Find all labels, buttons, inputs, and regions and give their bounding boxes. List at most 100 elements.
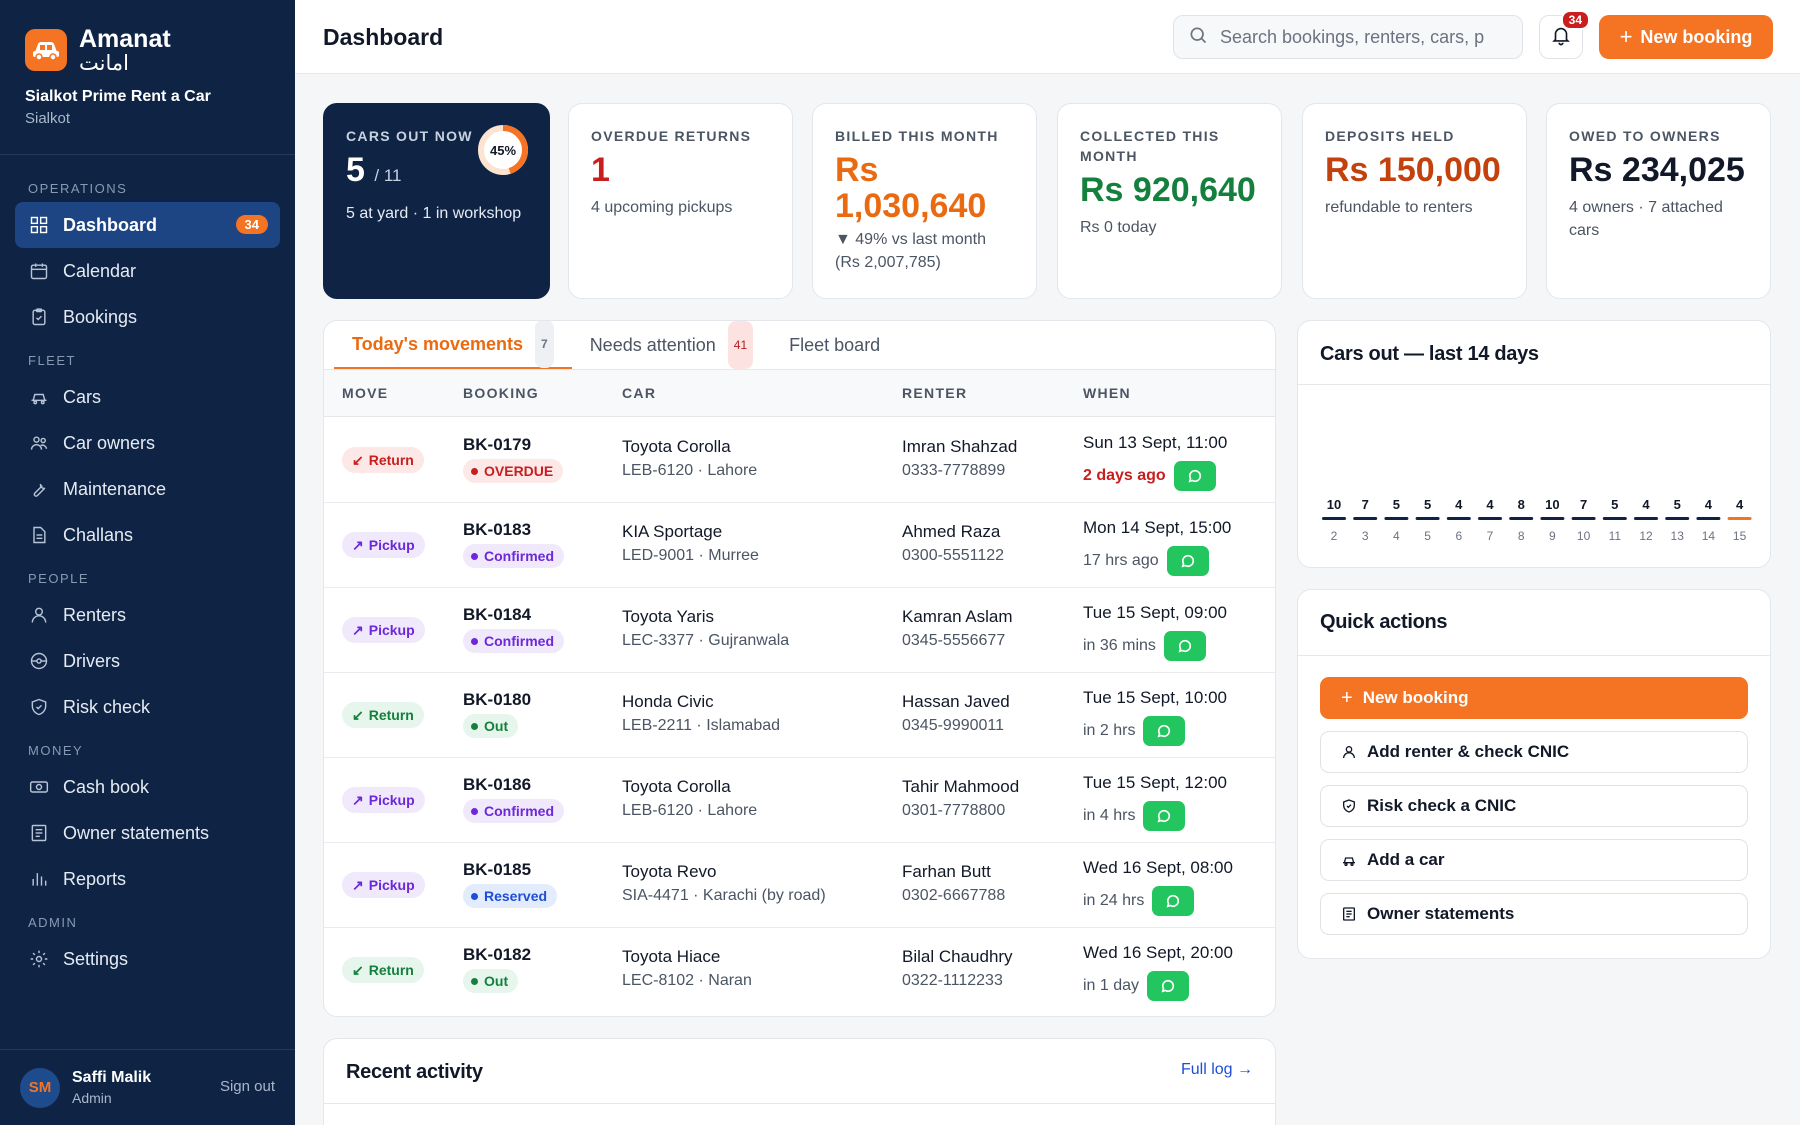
sidebar-item-challans[interactable]: Challans [15,512,280,558]
bar[interactable] [1353,517,1378,520]
sidebar-item-calendar[interactable]: Calendar [15,248,280,294]
whatsapp-icon [1159,977,1177,995]
booking-id-link[interactable]: BK-0180 [463,690,531,710]
column-header-when[interactable]: WHEN [1083,385,1131,401]
whatsapp-button[interactable] [1163,631,1206,661]
kpi-deposits-held[interactable]: DEPOSITS HELD Rs 150,000 refundable to r… [1302,103,1527,299]
brand[interactable]: Amanat امانت [0,0,295,74]
booking-id-link[interactable]: BK-0182 [463,945,531,965]
whatsapp-button[interactable] [1143,716,1186,746]
whatsapp-button[interactable] [1143,801,1186,831]
sidebar-item-dashboard[interactable]: Dashboard 34 [15,202,280,248]
column-header-car[interactable]: CAR [622,385,656,401]
bar[interactable] [1540,517,1565,520]
whatsapp-button[interactable] [1166,546,1209,576]
booking-id-link[interactable]: BK-0183 [463,520,531,540]
booking-id-link[interactable]: BK-0179 [463,435,531,455]
table-row[interactable]: ↙ Return BK-0180 Out Honda Civic LEB-2211 · I… [324,672,1275,758]
sidebar-item-renters[interactable]: Renters [15,592,280,638]
bar[interactable] [1602,517,1627,520]
kpi-cars-out[interactable]: CARS OUT NOW 5 / 11 5 at yard · 1 in wor… [323,103,550,299]
quick-action-risk-check-a-cnic[interactable]: Risk check a CNIC [1320,785,1748,827]
sidebar-item-maintenance[interactable]: Maintenance [15,466,280,512]
sign-out-link[interactable]: Sign out [220,1078,275,1095]
sidebar-item-cash-book[interactable]: Cash book [15,764,280,810]
search-input[interactable] [1220,26,1500,48]
arrow-down-left-icon: ↙ [352,961,364,978]
steering-wheel-icon [29,651,49,671]
bar[interactable] [1571,517,1596,520]
whatsapp-icon [1155,807,1173,825]
quick-action-add-a-car[interactable]: Add a car [1320,839,1748,881]
page-title: Dashboard [323,24,444,50]
movement-time: Tue 15 Sept, 12:00 [1083,773,1227,792]
car-plate-location: LEC-8102 · Naran [622,972,752,989]
bar-value-label: 5 [1611,497,1618,512]
quick-action-owner-statements[interactable]: Owner statements [1320,893,1748,935]
nav-section-title: FLEET [28,353,76,368]
column-header-move[interactable]: MOVE [342,385,388,401]
search-box[interactable] [1173,15,1523,59]
status-dot [471,892,478,900]
whatsapp-button[interactable] [1152,886,1195,916]
arrow-down-left-icon: ↙ [352,706,364,723]
full-log-link[interactable]: Full log → [1181,1061,1253,1079]
new-booking-button[interactable]: + New booking [1599,15,1773,59]
bar[interactable] [1665,517,1690,520]
kpi-collected-this-month[interactable]: COLLECTED THIS MONTH Rs 920,640 Rs 0 toda… [1057,103,1282,299]
bar-value-label: 4 [1486,497,1494,512]
status-dot [471,977,478,985]
bar[interactable] [1509,517,1534,520]
sidebar-item-bookings[interactable]: Bookings [15,294,280,340]
sidebar-item-risk-check[interactable]: Risk check [15,684,280,730]
bar-value-label: 5 [1393,497,1400,512]
bar[interactable] [1478,517,1502,520]
sidebar-item-label: Bookings [63,306,138,327]
tab-needs-attention[interactable]: Needs attention 41 [572,321,771,369]
kpi-owed-to-owners[interactable]: OWED TO OWNERS Rs 234,025 4 owners · 7 a… [1546,103,1771,299]
bar[interactable] [1415,517,1440,520]
table-row[interactable]: ↙ Return BK-0182 Out Toyota Hiace LEC-8102 · … [324,927,1275,1013]
booking-id-link[interactable]: BK-0185 [463,860,531,880]
bar[interactable] [1446,517,1471,520]
notifications-button[interactable]: 34 [1539,10,1590,59]
sidebar-item-drivers[interactable]: Drivers [15,638,280,684]
whatsapp-button[interactable] [1147,971,1190,1001]
sidebar-item-settings[interactable]: Settings [15,936,280,982]
sidebar-item-owner-statements[interactable]: Owner statements [15,810,280,856]
kpi-billed-this-month[interactable]: BILLED THIS MONTH Rs 1,030,640 ▼ 49% vs l… [812,103,1037,299]
booking-id-link[interactable]: BK-0184 [463,605,531,625]
table-row[interactable]: ↗ Pickup BK-0183 Confirmed KIA Sportage LED-9… [324,502,1275,588]
table-header: MOVE BOOKING CAR RENTER WHEN [324,370,1275,417]
tab-fleet-board[interactable]: Fleet board [771,321,898,369]
kpi-value: Rs 1,030,640 [835,151,987,225]
tab-label: Today's movements [352,334,523,354]
bar[interactable] [1322,517,1346,520]
quick-action-add-renter-check-cnic[interactable]: Add renter & check CNIC [1320,731,1748,773]
renter-phone: 0322-1112233 [902,972,1003,989]
bar[interactable] [1727,517,1752,520]
sidebar-item-reports[interactable]: Reports [15,856,280,902]
quick-action-new-booking[interactable]: + New booking [1320,677,1748,719]
avatar[interactable]: SM [20,1067,60,1108]
table-row[interactable]: ↙ Return BK-0179 OVERDUE Toyota Corolla LEB-6… [324,417,1275,503]
whatsapp-button[interactable] [1173,461,1216,491]
sidebar-item-cars[interactable]: Cars [15,374,280,420]
table-row[interactable]: ↗ Pickup BK-0185 Reserved Toyota Revo SIA-447… [324,842,1275,928]
column-header-renter[interactable]: RENTER [902,385,967,401]
bar[interactable] [1634,517,1658,520]
sidebar-item-label: Challans [63,524,134,545]
kpi-overdue-returns[interactable]: OVERDUE RETURNS 1 4 upcoming pickups [568,103,793,299]
table-row[interactable]: ↗ Pickup BK-0186 Confirmed Toyota Corolla LEB… [324,757,1275,843]
booking-id-link[interactable]: BK-0186 [463,775,531,795]
sidebar-divider [0,154,295,155]
x-tick-label: 13 [1671,529,1685,543]
column-header-booking[interactable]: BOOKING [463,385,539,401]
x-tick-label: 14 [1702,529,1716,543]
table-row[interactable]: ↗ Pickup BK-0184 Confirmed Toyota Yaris LEC-3… [324,587,1275,673]
sidebar-item-car-owners[interactable]: Car owners [15,420,280,466]
tab-today-s-movements[interactable]: Today's movements 7 [334,321,572,369]
bar[interactable] [1696,517,1721,520]
bar[interactable] [1384,517,1409,520]
bar-value-label: 5 [1424,497,1431,512]
